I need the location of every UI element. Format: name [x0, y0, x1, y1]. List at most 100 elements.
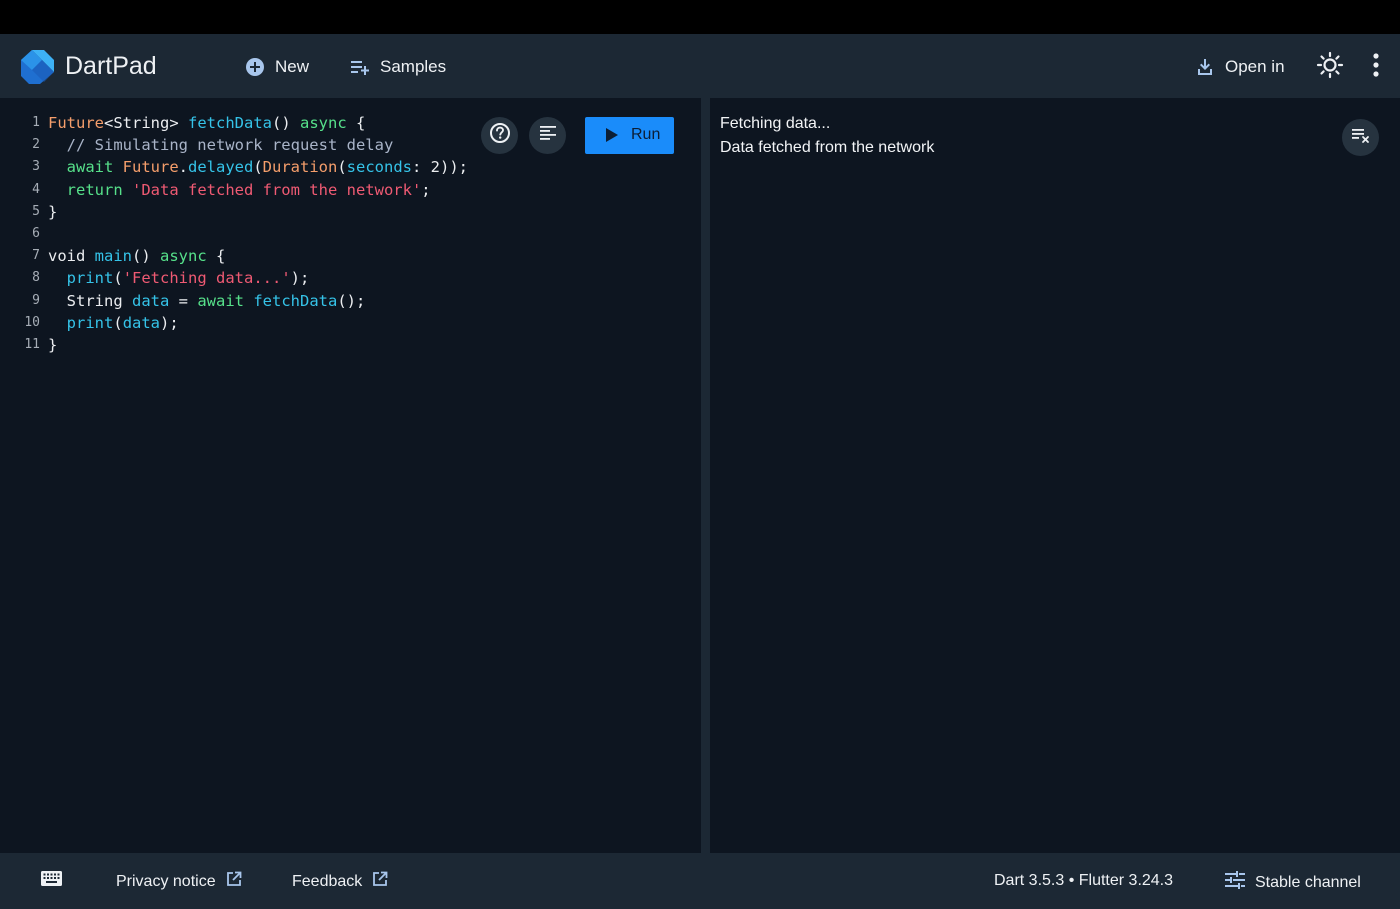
code-token: ( — [113, 269, 123, 288]
code-token: () — [272, 114, 300, 132]
brightness-icon — [1316, 51, 1344, 84]
tune-icon — [1225, 871, 1245, 894]
privacy-notice-link[interactable]: Privacy notice — [116, 871, 242, 892]
code-token: seconds — [346, 158, 412, 177]
playlist-add-icon — [350, 57, 370, 77]
run-button[interactable]: Run — [585, 117, 674, 154]
code-token: { — [346, 114, 366, 132]
code-token: String — [48, 291, 132, 310]
feedback-link[interactable]: Feedback — [292, 871, 388, 892]
feedback-label: Feedback — [292, 872, 363, 890]
code-line: print('Fetching data...'); — [48, 267, 468, 289]
code-token: } — [48, 202, 58, 221]
console-output: Fetching data... Data fetched from the n… — [710, 98, 1400, 853]
line-number: 3 — [32, 159, 40, 175]
code-line: return 'Data fetched from the network'; — [48, 179, 468, 201]
code-token: . — [178, 158, 188, 177]
code-line: print(data); — [48, 312, 468, 334]
code-token: print — [66, 313, 114, 332]
code-token: delayed — [188, 158, 254, 177]
line-number: 7 — [32, 248, 40, 264]
keyboard-shortcuts-button[interactable] — [40, 871, 62, 891]
code-area[interactable]: Future<String> fetchData() async { // Si… — [48, 112, 468, 356]
dart-logo-icon — [18, 48, 56, 86]
more-menu-button[interactable] — [1366, 50, 1386, 84]
code-token: (); — [337, 291, 366, 310]
code-token: () — [132, 247, 160, 266]
code-token: 'Fetching data...' — [122, 269, 291, 288]
app-bar: DartPad New Samples Open in — [0, 34, 1400, 98]
code-token: ; — [421, 180, 431, 199]
code-token: ( — [253, 158, 263, 177]
more-vert-icon — [1373, 52, 1379, 82]
console-line: Data fetched from the network — [720, 139, 935, 156]
code-editor[interactable]: 1 2 3 4 5 6 7 8 9 10 11 Future<String> fetchData()… — [10, 98, 700, 853]
new-button[interactable]: New — [245, 50, 309, 84]
code-token: ); — [290, 269, 310, 288]
app-title: DartPad — [65, 52, 157, 80]
run-label: Run — [631, 126, 661, 143]
open-in-new-icon — [372, 871, 388, 892]
code-line: String data = await fetchData(); — [48, 290, 468, 312]
line-number: 6 — [32, 225, 40, 241]
play-icon — [606, 128, 618, 147]
clear-console-icon — [1351, 126, 1371, 149]
code-token: ( — [113, 313, 123, 332]
code-token: Duration — [262, 158, 338, 177]
version-info: Dart 3.5.3 • Flutter 3.24.3 — [994, 872, 1174, 889]
panel-splitter[interactable] — [701, 98, 710, 853]
console-line: Fetching data... — [720, 115, 831, 132]
code-line: void main() async { — [48, 245, 468, 267]
code-token: await — [48, 158, 123, 177]
code-line: Future<String> fetchData() async { — [48, 112, 468, 134]
line-number: 8 — [32, 270, 40, 286]
code-token: data — [132, 291, 170, 310]
line-number: 2 — [32, 137, 40, 153]
code-token: fetchData — [188, 114, 272, 132]
download-icon — [1195, 57, 1215, 77]
open-in-new-icon — [226, 871, 242, 892]
code-token: 'Data fetched from the network' — [132, 180, 422, 199]
code-token: print — [66, 269, 114, 288]
line-number: 5 — [32, 203, 40, 219]
code-token: } — [48, 335, 58, 354]
code-line: } — [48, 334, 468, 356]
line-number: 9 — [32, 292, 40, 308]
code-token: = — [169, 291, 198, 310]
clear-console-button[interactable] — [1342, 119, 1379, 156]
privacy-notice-label: Privacy notice — [116, 872, 216, 890]
new-label: New — [275, 57, 310, 76]
code-token: <String> — [104, 114, 188, 132]
format-button[interactable] — [529, 117, 566, 154]
open-in-button[interactable]: Open in — [1195, 50, 1285, 84]
open-in-label: Open in — [1225, 57, 1285, 76]
code-token: ( — [337, 158, 347, 177]
format-align-icon — [539, 125, 556, 146]
status-bar: Privacy notice Feedback Dart 3.5.3 • Flu… — [0, 853, 1400, 909]
channel-label: Stable channel — [1255, 873, 1361, 891]
line-number-gutter: 1 2 3 4 5 6 7 8 9 10 11 — [10, 112, 40, 356]
code-token: data — [122, 313, 161, 332]
samples-button[interactable]: Samples — [350, 50, 446, 84]
theme-toggle-button[interactable] — [1314, 50, 1346, 84]
code-token: Future — [48, 114, 104, 132]
code-token: : 2)); — [412, 158, 468, 177]
code-token: async — [300, 114, 347, 132]
add-circle-icon — [245, 57, 265, 77]
help-button[interactable] — [481, 117, 518, 154]
code-line: // Simulating network request delay — [48, 134, 468, 156]
line-number: 1 — [32, 115, 40, 130]
keyboard-icon — [40, 871, 62, 891]
samples-label: Samples — [380, 57, 447, 76]
code-line: } — [48, 201, 468, 223]
code-token: async — [160, 247, 207, 266]
channel-selector[interactable]: Stable channel — [1225, 871, 1361, 894]
code-token: fetchData — [253, 291, 338, 310]
code-token: // Simulating network request delay — [48, 136, 394, 155]
code-token: Future — [122, 158, 179, 177]
code-token: return — [48, 180, 132, 199]
code-token: ); — [160, 313, 179, 332]
